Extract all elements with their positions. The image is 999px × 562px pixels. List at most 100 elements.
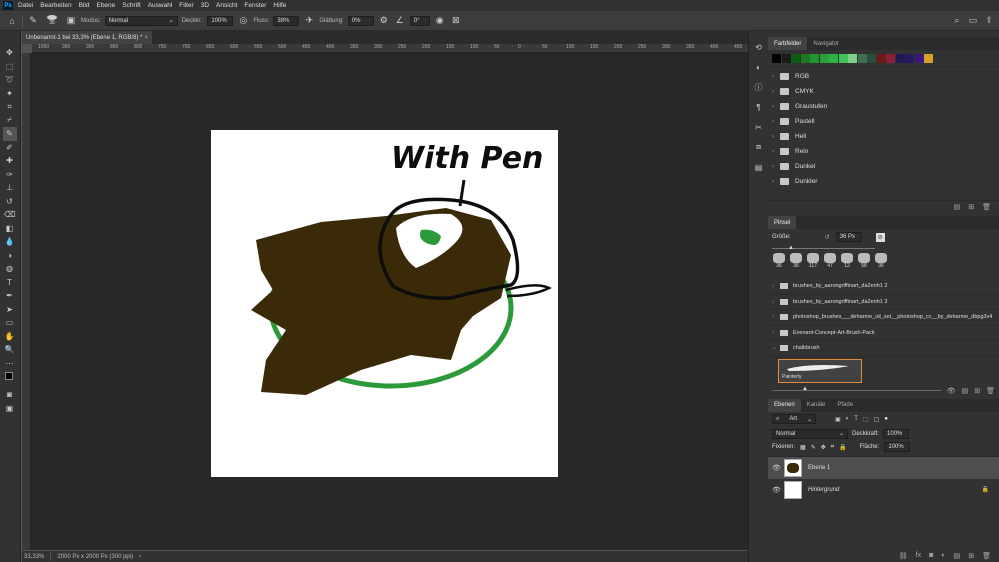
paragraph-icon[interactable]: ¶ <box>753 101 765 113</box>
flow-input[interactable]: 38% <box>273 15 300 26</box>
color-swatch[interactable] <box>876 53 886 63</box>
stamp-tool-icon[interactable]: ⊥ <box>3 181 17 195</box>
color-swatch[interactable] <box>857 53 867 63</box>
brush-thumb-painterly[interactable]: Painterly <box>778 358 862 383</box>
swatch-folder[interactable]: › CMYK <box>768 84 999 99</box>
filter-shape-icon[interactable]: ⬚ <box>863 416 869 423</box>
mixer-brush-tool-icon[interactable]: ✑ <box>3 168 17 182</box>
chevron-icon[interactable]: › <box>772 314 780 320</box>
filter-smart-icon[interactable]: ▢ <box>874 416 880 423</box>
menu-hilfe[interactable]: Hilfe <box>273 2 286 9</box>
brush-preset[interactable]: 36 <box>873 253 889 275</box>
new-layer-icon[interactable]: ⊞ <box>968 552 974 560</box>
eraser-tool-icon[interactable]: ⌫ <box>3 208 17 222</box>
menu-filter[interactable]: Filter <box>179 2 193 9</box>
menu-ebene[interactable]: Ebene <box>96 2 115 9</box>
visibility-eye-icon[interactable]: 👁 <box>772 486 782 494</box>
tab-pinsel[interactable]: Pinsel <box>768 216 797 229</box>
gear-icon[interactable]: ⚙ <box>378 15 390 27</box>
tab-pfade[interactable]: Pfade <box>831 399 859 412</box>
brush-preset[interactable]: 36 <box>788 253 804 275</box>
pressure-size-icon[interactable]: ◉ <box>434 15 446 27</box>
color-swatch[interactable] <box>772 53 781 63</box>
filter-pixel-icon[interactable]: ▣ <box>835 416 841 423</box>
zoom-tool-icon[interactable]: 🔍 <box>3 343 17 357</box>
reset-icon[interactable]: ↺ <box>825 234 830 241</box>
more-tools-icon[interactable]: ⋯ <box>3 357 17 371</box>
chevron-right-icon[interactable]: › <box>139 554 141 560</box>
blur-tool-icon[interactable]: 💧 <box>3 235 17 249</box>
filter-adjustment-icon[interactable]: ◐ <box>846 416 850 422</box>
layer-row-hintergrund[interactable]: 👁 Hintergrund 🔒 <box>768 479 999 501</box>
new-group-icon[interactable]: ▤ <box>954 552 961 560</box>
color-swatch[interactable] <box>791 53 800 63</box>
color-swatch[interactable] <box>895 53 905 63</box>
menu-auswahl[interactable]: Auswahl <box>148 2 173 9</box>
opacity-input[interactable]: 100% <box>207 15 234 26</box>
blend-mode-select[interactable]: Normal ⌄ <box>772 428 848 439</box>
filter-type-icon[interactable]: T <box>854 416 858 422</box>
brush-group[interactable]: › brushes_by_aarongriffinart_da2enh1 2 <box>768 279 999 295</box>
photoshop-logo-icon[interactable]: Ps <box>3 1 13 10</box>
brush-group[interactable]: › brushes_by_aarongriffinart_da2enh1 3 <box>768 295 999 310</box>
search-icon[interactable]: ⌕ <box>951 15 963 27</box>
swatch-folder[interactable]: › Graustufen <box>768 99 999 114</box>
pencil-tool-icon[interactable]: ✐ <box>3 141 17 155</box>
quick-mask-icon[interactable]: ◙ <box>3 388 17 402</box>
brush-preset-picker[interactable]: 36 <box>43 15 61 26</box>
info-icon[interactable]: ⓘ <box>753 81 765 93</box>
color-swatch[interactable] <box>914 53 924 63</box>
chevron-icon[interactable]: › <box>772 299 780 305</box>
color-swatches[interactable] <box>3 370 17 388</box>
move-tool-icon[interactable]: ✥ <box>3 46 17 60</box>
dodge-tool-icon[interactable]: ◑ <box>3 249 17 263</box>
pen-tool-icon[interactable]: ✒ <box>3 289 17 303</box>
history-icon[interactable]: ⟲ <box>753 41 765 53</box>
slider-thumb[interactable]: ▲ <box>788 245 794 251</box>
chevron-icon[interactable]: › <box>772 283 780 289</box>
menu-fenster[interactable]: Fenster <box>244 2 266 9</box>
brush-preset[interactable]: 58 <box>856 253 872 275</box>
brush-settings-icon[interactable]: ▣ <box>65 15 77 27</box>
path-select-tool-icon[interactable]: ➤ <box>3 303 17 317</box>
home-icon[interactable]: ⌂ <box>6 15 18 27</box>
tab-farbfelder[interactable]: Farbfelder <box>768 37 808 50</box>
trash-icon[interactable]: 🗑 <box>982 552 991 560</box>
workspace-icon[interactable]: ▭ <box>967 15 979 27</box>
brush-group[interactable]: › photoshop_brushes___deharme_oil_set__ph… <box>768 310 999 326</box>
tools-icon[interactable]: ✂ <box>753 121 765 133</box>
layer-opacity-input[interactable]: 100% <box>883 428 910 439</box>
swatch-folder[interactable]: › Pastell <box>768 114 999 129</box>
size-input[interactable]: 36 Px <box>835 232 862 242</box>
screen-mode-icon[interactable]: ▣ <box>3 402 17 416</box>
share-icon[interactable]: ⇪ <box>983 15 995 27</box>
new-folder-icon[interactable]: ▤ <box>962 387 969 395</box>
color-swatch[interactable] <box>838 53 848 63</box>
swatch-folder[interactable]: › RGB <box>768 69 999 84</box>
document-tab[interactable]: Unbenannt-1 bei 33,3% (Ebene 1, RGB/8) *… <box>22 31 152 44</box>
airbrush-icon[interactable]: ✈ <box>303 15 315 27</box>
swatch-folder[interactable]: › Dunkler <box>768 174 999 189</box>
zoom-value[interactable]: 33,33% <box>24 554 44 560</box>
swatch-folder[interactable]: › Hell <box>768 129 999 144</box>
tab-kanaele[interactable]: Kanäle <box>801 399 832 412</box>
filter-toggle-icon[interactable]: ● <box>884 416 888 422</box>
chevron-right-icon[interactable]: › <box>772 164 780 170</box>
brush-preview-slider[interactable]: ▲ <box>772 386 941 392</box>
trash-icon[interactable]: 🗑 <box>982 203 991 211</box>
swatch-folder[interactable]: › Rein <box>768 144 999 159</box>
brush-group[interactable]: › Evenant-Concept-Art-Brush-Pack <box>768 326 999 341</box>
layer-name[interactable]: Ebene 1 <box>808 465 830 471</box>
fill-input[interactable]: 100% <box>884 442 911 452</box>
chevron-right-icon[interactable]: › <box>772 179 780 185</box>
brush-tool-icon[interactable]: ✎ <box>27 15 39 27</box>
foreground-color[interactable] <box>4 372 13 380</box>
eye-icon[interactable]: 👁 <box>947 387 956 395</box>
adjustment-layer-icon[interactable]: ◐ <box>941 552 945 559</box>
menu-ansicht[interactable]: Ansicht <box>216 2 237 9</box>
new-swatch-icon[interactable]: ⊞ <box>968 203 974 211</box>
color-swatch[interactable] <box>886 53 895 63</box>
color-swatch[interactable] <box>924 53 933 63</box>
new-brush-icon[interactable]: ⊘ <box>875 232 885 242</box>
brush-preset[interactable]: 117 <box>805 253 821 275</box>
